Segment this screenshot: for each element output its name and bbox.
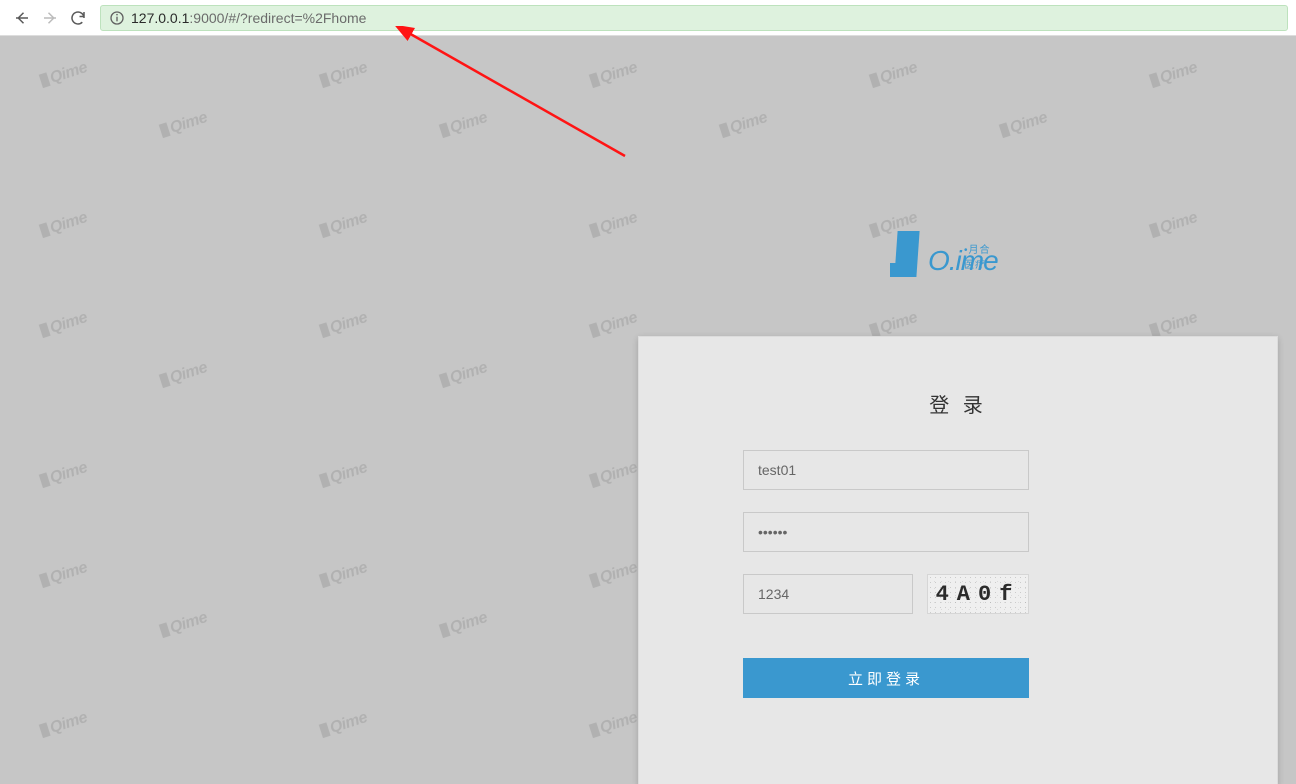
login-submit-button[interactable]: 立即登录 (743, 658, 1029, 698)
url-rest: :9000/#/?redirect=%2Fhome (189, 10, 366, 26)
back-button[interactable] (8, 4, 36, 32)
reload-icon (69, 9, 87, 27)
captcha-image[interactable]: 4A0f (927, 574, 1029, 614)
page-body: Qime Qime Qime Qime Qime Qime Qime Qime … (0, 36, 1296, 784)
info-icon (109, 10, 125, 26)
captcha-row: 4A0f (743, 574, 1173, 614)
brand-mark-icon (890, 231, 924, 277)
browser-toolbar: 127.0.0.1:9000/#/?redirect=%2Fhome (0, 0, 1296, 36)
captcha-input[interactable] (743, 574, 913, 614)
arrow-left-icon (13, 9, 31, 27)
brand-logo: O.ime •月合医疗 (890, 231, 998, 277)
password-input[interactable] (743, 512, 1029, 552)
reload-button[interactable] (64, 4, 92, 32)
brand-sub: •月合医疗 (964, 241, 998, 271)
arrow-right-icon (41, 9, 59, 27)
address-bar[interactable]: 127.0.0.1:9000/#/?redirect=%2Fhome (100, 5, 1288, 31)
captcha-image-text: 4A0f (936, 582, 1021, 607)
login-title: 登 录 (743, 389, 1173, 418)
username-input[interactable] (743, 450, 1029, 490)
brand-text: O.ime •月合医疗 (928, 245, 998, 277)
login-card: 登 录 4A0f 立即登录 (638, 336, 1278, 784)
url-host: 127.0.0.1 (131, 10, 189, 26)
forward-button[interactable] (36, 4, 64, 32)
